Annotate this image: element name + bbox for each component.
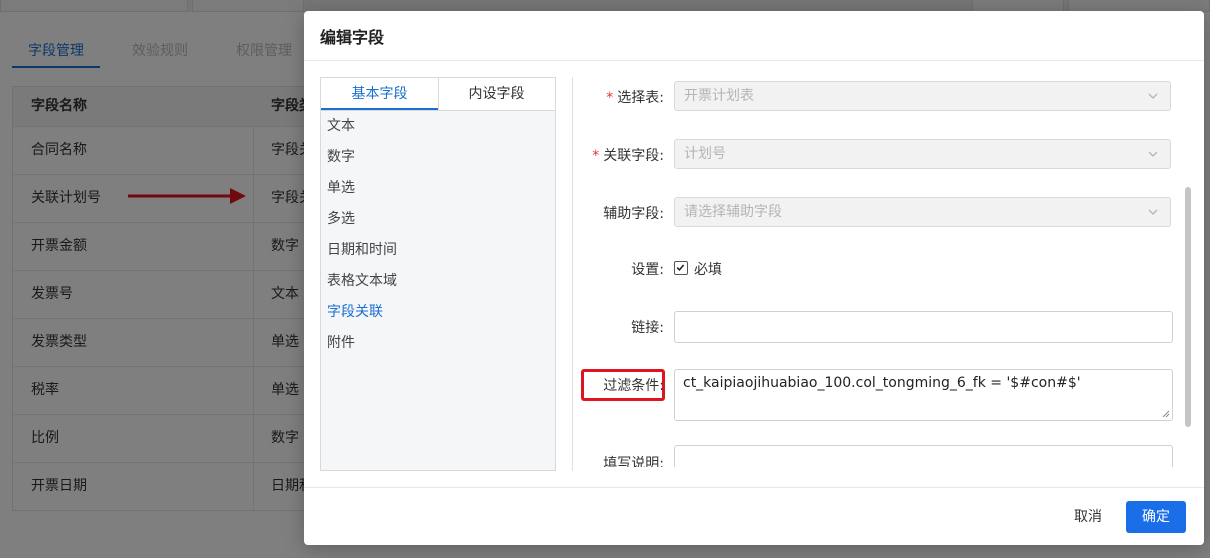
settings-label: 设置:	[631, 262, 664, 278]
field-type-field-link[interactable]: 字段关联	[327, 301, 383, 323]
resize-grip-icon[interactable]	[1162, 410, 1170, 418]
required-mark: *	[606, 90, 614, 106]
footer-divider	[304, 487, 1204, 488]
field-type-table-textarea[interactable]: 表格文本域	[327, 270, 397, 292]
link-field-label: * 关联字段:	[592, 148, 664, 164]
filter-label: 过滤条件:	[603, 378, 664, 394]
link-field-dropdown[interactable]: 计划号	[674, 139, 1171, 169]
dialog-title: 编辑字段	[320, 28, 385, 47]
header-divider	[304, 60, 1204, 61]
field-type-text[interactable]: 文本	[327, 115, 355, 137]
field-type-number[interactable]: 数字	[327, 146, 355, 168]
fill-desc-label: 填写说明:	[603, 456, 664, 467]
scrollbar-thumb[interactable]	[1185, 187, 1191, 427]
chevron-down-icon	[1148, 209, 1158, 215]
panel-divider	[572, 77, 573, 471]
chevron-down-icon	[1148, 151, 1158, 157]
confirm-button[interactable]: 确定	[1126, 501, 1186, 533]
checkmark-icon	[676, 264, 685, 272]
field-type-attachment[interactable]: 附件	[327, 332, 355, 354]
link-input[interactable]	[674, 311, 1173, 343]
field-type-multi-select[interactable]: 多选	[327, 208, 355, 230]
required-checkbox[interactable]	[674, 261, 688, 275]
field-type-datetime[interactable]: 日期和时间	[327, 239, 397, 261]
filter-textarea[interactable]: ct_kaipiaojihuabiao_100.col_tongming_6_f…	[674, 369, 1173, 421]
field-type-tabs: 基本字段 内设字段	[321, 78, 555, 111]
chevron-down-icon	[1148, 93, 1158, 99]
aux-field-dropdown[interactable]: 请选择辅助字段	[674, 197, 1171, 227]
filter-value: ct_kaipiaojihuabiao_100.col_tongming_6_f…	[683, 375, 1081, 391]
tab-basic-fields[interactable]: 基本字段	[321, 78, 438, 110]
aux-field-label: 辅助字段:	[603, 206, 664, 222]
link-field-value: 计划号	[684, 146, 726, 162]
edit-field-dialog: 编辑字段 基本字段 内设字段 文本 数字 单选 多选 日期和时间 表格文本域 字…	[304, 11, 1204, 545]
field-type-single-select[interactable]: 单选	[327, 177, 355, 199]
select-table-dropdown[interactable]: 开票计划表	[674, 81, 1171, 111]
link-label: 链接:	[631, 320, 664, 336]
select-table-value: 开票计划表	[684, 88, 754, 104]
required-checkbox-label: 必填	[694, 262, 722, 278]
required-mark: *	[592, 148, 600, 164]
cancel-button[interactable]: 取消	[1060, 501, 1116, 533]
fill-desc-input[interactable]	[674, 445, 1173, 467]
select-table-label: * 选择表:	[606, 90, 664, 106]
aux-field-placeholder: 请选择辅助字段	[684, 204, 782, 220]
tab-builtin-fields[interactable]: 内设字段	[438, 78, 555, 110]
form-scrollbar[interactable]	[1184, 77, 1192, 467]
field-type-panel: 基本字段 内设字段 文本 数字 单选 多选 日期和时间 表格文本域 字段关联 附…	[320, 77, 556, 471]
field-form: * 选择表: 开票计划表 * 关联字段: 计划号 辅助字段: 请选择辅助字段 设置:…	[574, 77, 1184, 467]
